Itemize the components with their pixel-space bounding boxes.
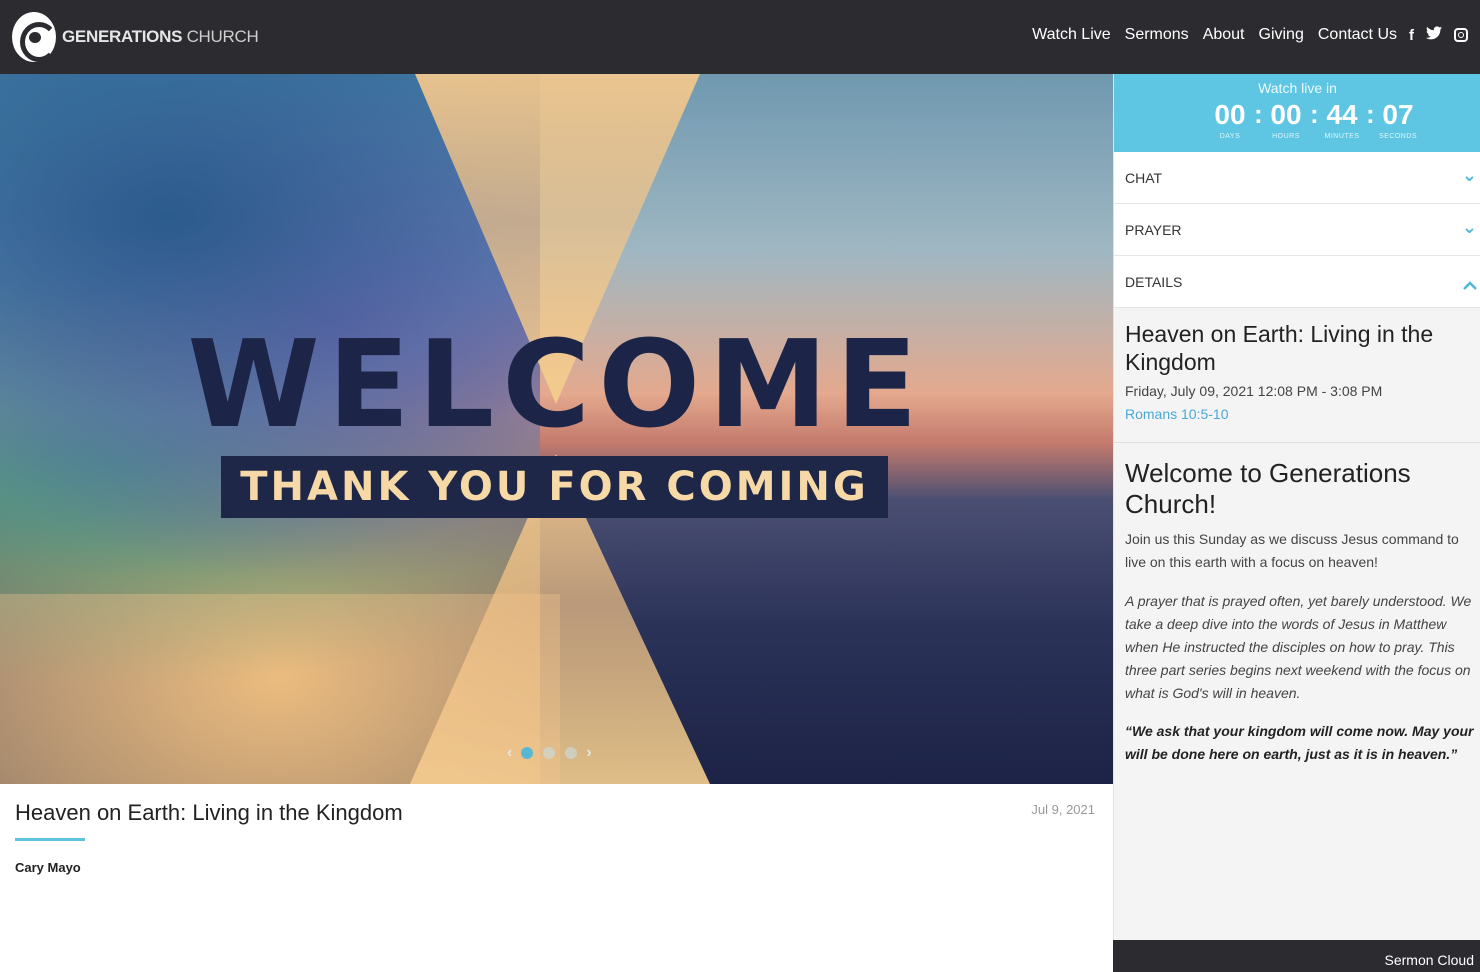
facebook-icon[interactable]: f bbox=[1409, 27, 1414, 44]
accordion-prayer[interactable]: PRAYER ⌄ bbox=[1114, 204, 1480, 256]
hero-subline-banner: THANK YOU FOR COMING bbox=[221, 456, 888, 518]
sermon-cloud-bar[interactable]: Sermon Cloud bbox=[1113, 940, 1480, 972]
sermon-meta: Heaven on Earth: Living in the Kingdom J… bbox=[0, 784, 1113, 972]
countdown-minutes: 44 bbox=[1326, 99, 1358, 130]
accordion-details-label: DETAILS bbox=[1125, 274, 1183, 290]
twitter-icon[interactable] bbox=[1426, 26, 1442, 44]
sermon-cloud-label: Sermon Cloud bbox=[1384, 952, 1475, 968]
sermon-speaker: Cary Mayo bbox=[15, 860, 81, 875]
slider-prev-icon[interactable]: ‹ bbox=[507, 744, 512, 762]
church-logo[interactable]: GENERATIONS CHURCH bbox=[12, 12, 259, 62]
nav-watch-live[interactable]: Watch Live bbox=[1032, 26, 1111, 44]
title-underline bbox=[15, 838, 85, 841]
countdown-seconds: 07 bbox=[1382, 99, 1414, 130]
sermon-title: Heaven on Earth: Living in the Kingdom bbox=[15, 800, 403, 825]
chevron-down-icon: ⌄ bbox=[1461, 217, 1477, 237]
logo-mark-icon bbox=[12, 12, 58, 62]
countdown-hours: 00 bbox=[1270, 99, 1302, 130]
slider-next-icon[interactable]: › bbox=[586, 744, 591, 762]
details-quote: “We ask that your kingdom will come now.… bbox=[1125, 723, 1474, 762]
countdown-separator: : bbox=[1254, 99, 1263, 129]
slider-pagination: ‹ › bbox=[503, 744, 596, 762]
countdown-days-caption: DAYS bbox=[1219, 132, 1241, 140]
hero-headline: WELCOME bbox=[187, 316, 926, 455]
chevron-down-icon: ⌄ bbox=[1461, 165, 1477, 185]
accordion-chat-label: CHAT bbox=[1125, 170, 1163, 186]
hero-slider: WELCOME THANK YOU FOR COMING ‹ › bbox=[0, 74, 1113, 784]
details-paragraph-italic: A prayer that is prayed often, yet barel… bbox=[1125, 593, 1472, 701]
nav-contact-us[interactable]: Contact Us bbox=[1318, 26, 1397, 44]
countdown-minutes-caption: MINUTES bbox=[1324, 132, 1360, 140]
accordion-details[interactable]: DETAILS bbox=[1114, 256, 1480, 308]
live-sidebar: Watch live in 00 DAYS : 00 HOURS : 44 MINUT… bbox=[1113, 74, 1480, 972]
details-datetime: Friday, July 09, 2021 12:08 PM - 3:08 PM bbox=[1125, 383, 1383, 399]
nav-about[interactable]: About bbox=[1203, 26, 1245, 44]
logo-text: GENERATIONS CHURCH bbox=[62, 27, 259, 46]
details-heading: Welcome to Generations Church! bbox=[1125, 458, 1411, 519]
countdown-panel: Watch live in 00 DAYS : 00 HOURS : 44 MINUT… bbox=[1114, 74, 1480, 152]
countdown-separator: : bbox=[1366, 99, 1375, 129]
countdown-hours-caption: HOURS bbox=[1272, 132, 1300, 140]
chevron-up-icon bbox=[1463, 274, 1477, 295]
divider bbox=[1114, 442, 1480, 443]
nav-sermons[interactable]: Sermons bbox=[1125, 26, 1189, 44]
details-title: Heaven on Earth: Living in the Kingdom bbox=[1125, 321, 1434, 375]
countdown-days: 00 bbox=[1214, 99, 1246, 130]
sermon-date: Jul 9, 2021 bbox=[1031, 802, 1095, 817]
slider-dot-3[interactable] bbox=[565, 747, 578, 759]
slider-dot-2[interactable] bbox=[543, 747, 556, 759]
nav-giving[interactable]: Giving bbox=[1259, 26, 1304, 44]
countdown-timer: 00 DAYS : 00 HOURS : 44 MINUTES : 07 SECONDS bbox=[1206, 99, 1422, 140]
scripture-link[interactable]: Romans 10:5-10 bbox=[1125, 406, 1229, 422]
main-nav: Watch Live Sermons About Giving Contact … bbox=[1018, 26, 1468, 44]
accordion-chat[interactable]: CHAT ⌄ bbox=[1114, 152, 1480, 204]
accordion-prayer-label: PRAYER bbox=[1125, 222, 1182, 238]
instagram-icon[interactable] bbox=[1454, 28, 1468, 42]
countdown-separator: : bbox=[1310, 99, 1319, 129]
details-paragraph: Join us this Sunday as we discuss Jesus … bbox=[1125, 531, 1459, 570]
hero-subline: THANK YOU FOR COMING bbox=[240, 464, 869, 510]
countdown-label: Watch live in bbox=[1258, 80, 1337, 96]
slider-dot-1[interactable] bbox=[521, 747, 534, 759]
top-navigation-bar: GENERATIONS CHURCH Watch Live Sermons Ab… bbox=[0, 0, 1480, 74]
countdown-seconds-caption: SECONDS bbox=[1378, 132, 1418, 140]
